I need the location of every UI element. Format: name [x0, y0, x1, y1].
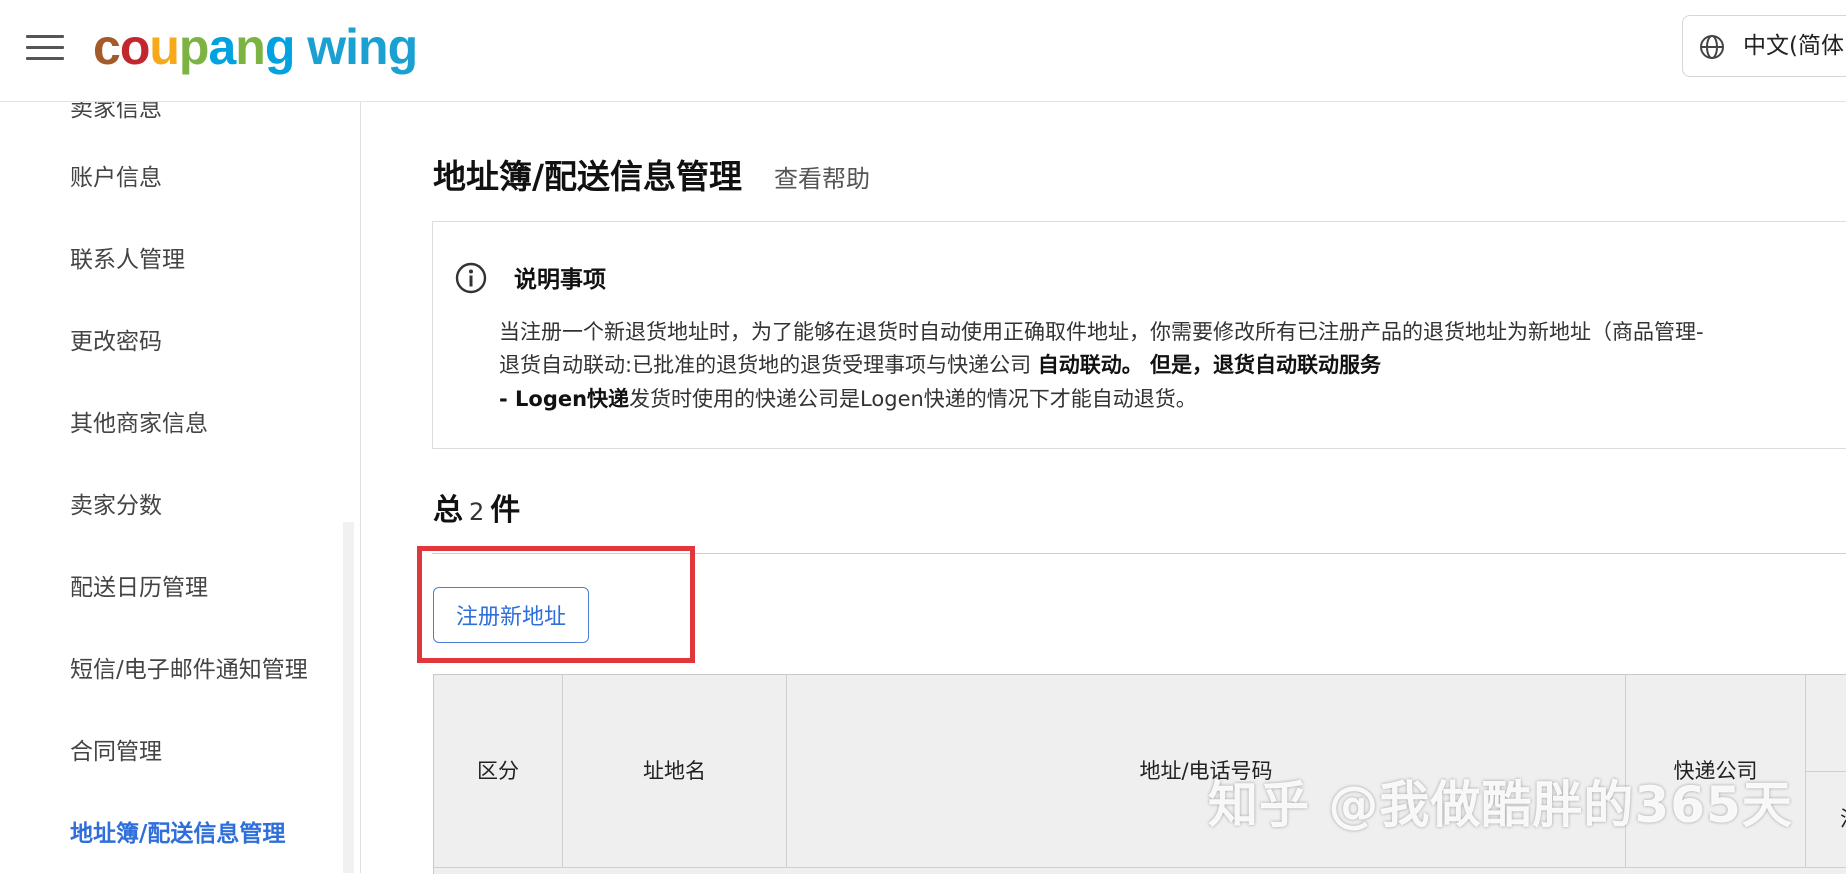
notice-title: 说明事项 — [514, 267, 606, 293]
hamburger-icon[interactable] — [26, 33, 64, 63]
table-header-category: 区分 — [434, 675, 563, 867]
logo-letter: n — [235, 19, 266, 75]
notice-line-3: - Logen快递发货时使用的快递公司是Logen快递的情况下才能自动退货。 — [499, 383, 1197, 413]
logo-letter: o — [119, 19, 151, 75]
sidebar: 卖家信息 账户信息 联系人管理 更改密码 其他商家信息 卖家分数 配送日历管理 … — [0, 102, 361, 873]
language-label: 中文(简体 — [1743, 33, 1844, 59]
sidebar-item-account-info[interactable]: 账户信息 — [70, 163, 162, 193]
notice-line-3-text: 发货时使用的快递公司是Logen快递的情况下才能自动退货。 — [629, 387, 1197, 411]
sidebar-item-seller-info[interactable]: 卖家信息 — [70, 102, 162, 124]
table-header-name: 址地名 — [563, 675, 787, 867]
info-icon — [455, 262, 487, 294]
sidebar-item-contacts[interactable]: 联系人管理 — [70, 245, 185, 275]
logo-letter: g — [264, 19, 296, 75]
sidebar-item-address-book[interactable]: 地址簿/配送信息管理 — [70, 819, 285, 849]
sidebar-item-delivery-calendar[interactable]: 配送日历管理 — [70, 573, 208, 603]
table-row-divider — [434, 867, 1846, 868]
total-prefix: 总 — [433, 493, 463, 528]
column-label-category: 区分 — [477, 759, 519, 783]
table-header-more: 活 — [1806, 675, 1846, 867]
language-selector[interactable]: 中文(简体 — [1682, 15, 1846, 77]
logo-letter: p — [178, 19, 210, 75]
coupang-wing-logo[interactable]: coupang wing — [93, 14, 418, 80]
column-label-name: 址地名 — [643, 759, 706, 783]
column-label-more: 活 — [1840, 803, 1846, 833]
sidebar-item-other-info[interactable]: 其他商家信息 — [70, 409, 208, 439]
total-number: 2 — [469, 498, 485, 526]
notice-line-2-bold: 自动联动。 但是，退货自动联动服务 — [1037, 353, 1382, 377]
notice-line-3-bold: - Logen快递 — [499, 387, 630, 411]
logo-letter: c — [93, 19, 121, 75]
help-link[interactable]: 查看帮助 — [774, 159, 870, 194]
sidebar-item-notifications[interactable]: 短信/电子邮件通知管理 — [70, 655, 308, 685]
register-address-button[interactable]: 注册新地址 — [433, 587, 589, 643]
total-count: 总2件 — [433, 485, 520, 529]
notice-line-2: 退货自动联动:已批准的退货地的退货受理事项与快递公司 自动联动。 但是，退货自动… — [499, 349, 1381, 379]
notice-line-2-text: 退货自动联动:已批准的退货地的退货受理事项与快递公司 — [499, 353, 1038, 377]
sidebar-item-seller-score[interactable]: 卖家分数 — [70, 491, 162, 521]
logo-letter: a — [208, 19, 236, 75]
sidebar-item-contracts[interactable]: 合同管理 — [70, 737, 162, 767]
notice-line-1: 当注册一个新退货地址时，为了能够在退货时自动使用正确取件地址，你需要修改所有已注… — [499, 320, 1704, 344]
top-bar: coupang wing 中文(简体 — [0, 0, 1846, 102]
page-title: 地址簿/配送信息管理 — [433, 157, 743, 196]
watermark: 知乎 @我做酷胖的365天 — [1208, 776, 1793, 834]
sidebar-scrollbar[interactable] — [343, 522, 354, 873]
logo-letter: u — [149, 19, 180, 75]
sidebar-item-change-password[interactable]: 更改密码 — [70, 327, 162, 357]
globe-icon — [1700, 35, 1724, 59]
total-suffix: 件 — [490, 493, 521, 528]
logo-wing: wing — [307, 19, 418, 75]
notice-box: 说明事项 当注册一个新退货地址时，为了能够在退货时自动使用正确取件地址，你需要修… — [432, 221, 1846, 449]
